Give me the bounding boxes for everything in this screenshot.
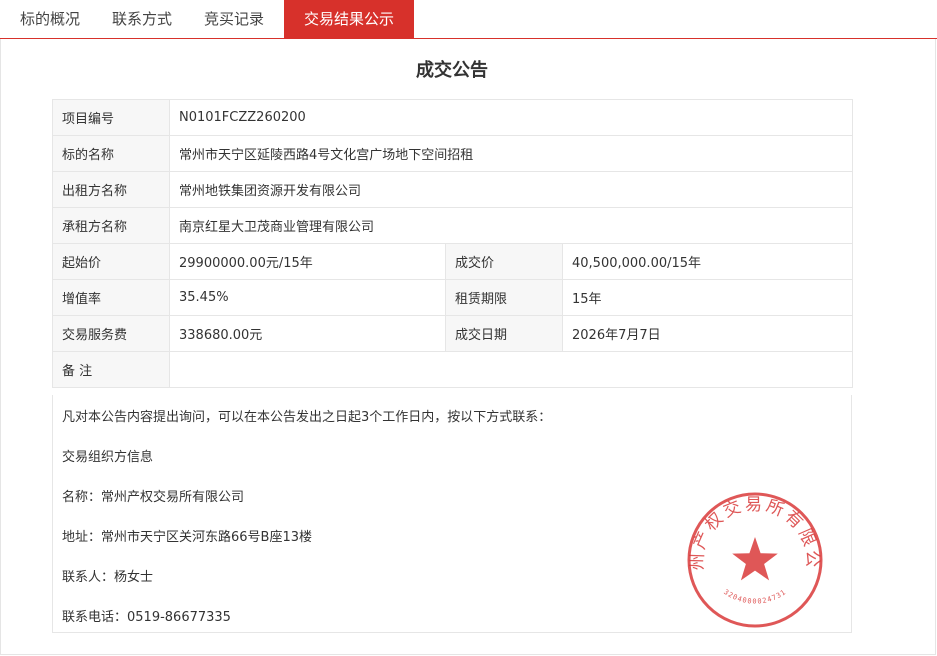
deal-date-label: 成交日期 <box>445 315 563 352</box>
table-row: 起始价 29900000.00元/15年 成交价 40,500,000.00/1… <box>52 243 854 280</box>
tab-bar: 标的概况 联系方式 竞买记录 交易结果公示 <box>0 0 937 39</box>
premium-rate-value: 35.45% <box>169 279 446 316</box>
table-row: 承租方名称 南京红星大卫茂商业管理有限公司 <box>52 207 854 244</box>
start-price-value: 29900000.00元/15年 <box>169 243 446 280</box>
tab-subject-overview[interactable]: 标的概况 <box>0 0 96 38</box>
page-title: 成交公告 <box>416 60 488 81</box>
table-row: 备 注 <box>52 351 854 388</box>
tab-transaction-result[interactable]: 交易结果公示 <box>284 0 415 38</box>
notice-contact: 联系人：杨女士 <box>62 570 154 585</box>
svg-text:3204000024731: 3204000024731 <box>722 588 788 606</box>
remark-value <box>168 351 854 388</box>
announcement-table: 项目编号 N0101FCZZ260200 标的名称 常州市天宁区延陵西路4号文化… <box>52 99 854 388</box>
start-price-label: 起始价 <box>52 243 170 280</box>
lease-term-value: 15年 <box>561 279 854 316</box>
service-fee-label: 交易服务费 <box>52 315 170 352</box>
subject-name-value: 常州市天宁区延陵西路4号文化宫广场地下空间招租 <box>168 135 854 172</box>
table-row: 出租方名称 常州地铁集团资源开发有限公司 <box>52 171 854 208</box>
tab-contact[interactable]: 联系方式 <box>96 0 188 38</box>
notice-organizer: 交易组织方信息 <box>62 450 154 465</box>
deal-price-value: 40,500,000.00/15年 <box>561 243 854 280</box>
subject-name-label: 标的名称 <box>52 135 170 172</box>
table-row: 增值率 35.45% 租赁期限 15年 <box>52 279 854 316</box>
service-fee-value: 338680.00元 <box>169 315 446 352</box>
lessor-value: 常州地铁集团资源开发有限公司 <box>168 171 854 208</box>
premium-rate-label: 增值率 <box>52 279 170 316</box>
table-row: 项目编号 N0101FCZZ260200 <box>52 99 854 136</box>
lessee-label: 承租方名称 <box>52 207 170 244</box>
notice-name: 名称：常州产权交易所有限公司 <box>62 490 245 505</box>
notice-phone: 联系电话：0519-86677335 <box>62 610 231 625</box>
project-no-value: N0101FCZZ260200 <box>168 99 854 136</box>
company-seal-icon: 常州产权交易所有限公司 3204000024731 <box>680 490 823 628</box>
deal-date-value: 2026年7月7日 <box>561 315 854 352</box>
project-no-label: 项目编号 <box>52 99 170 136</box>
tab-bid-records[interactable]: 竞买记录 <box>188 0 280 38</box>
lease-term-label: 租赁期限 <box>445 279 563 316</box>
lessor-label: 出租方名称 <box>52 171 170 208</box>
lessee-value: 南京红星大卫茂商业管理有限公司 <box>168 207 854 244</box>
notice-intro: 凡对本公告内容提出询问，可以在本公告发出之日起3个工作日内，按以下方式联系： <box>62 410 552 425</box>
notice-address: 地址：常州市天宁区关河东路66号B座13楼 <box>62 530 313 545</box>
remark-label: 备 注 <box>52 351 170 388</box>
table-row: 交易服务费 338680.00元 成交日期 2026年7月7日 <box>52 315 854 352</box>
deal-price-label: 成交价 <box>445 243 563 280</box>
table-row: 标的名称 常州市天宁区延陵西路4号文化宫广场地下空间招租 <box>52 135 854 172</box>
